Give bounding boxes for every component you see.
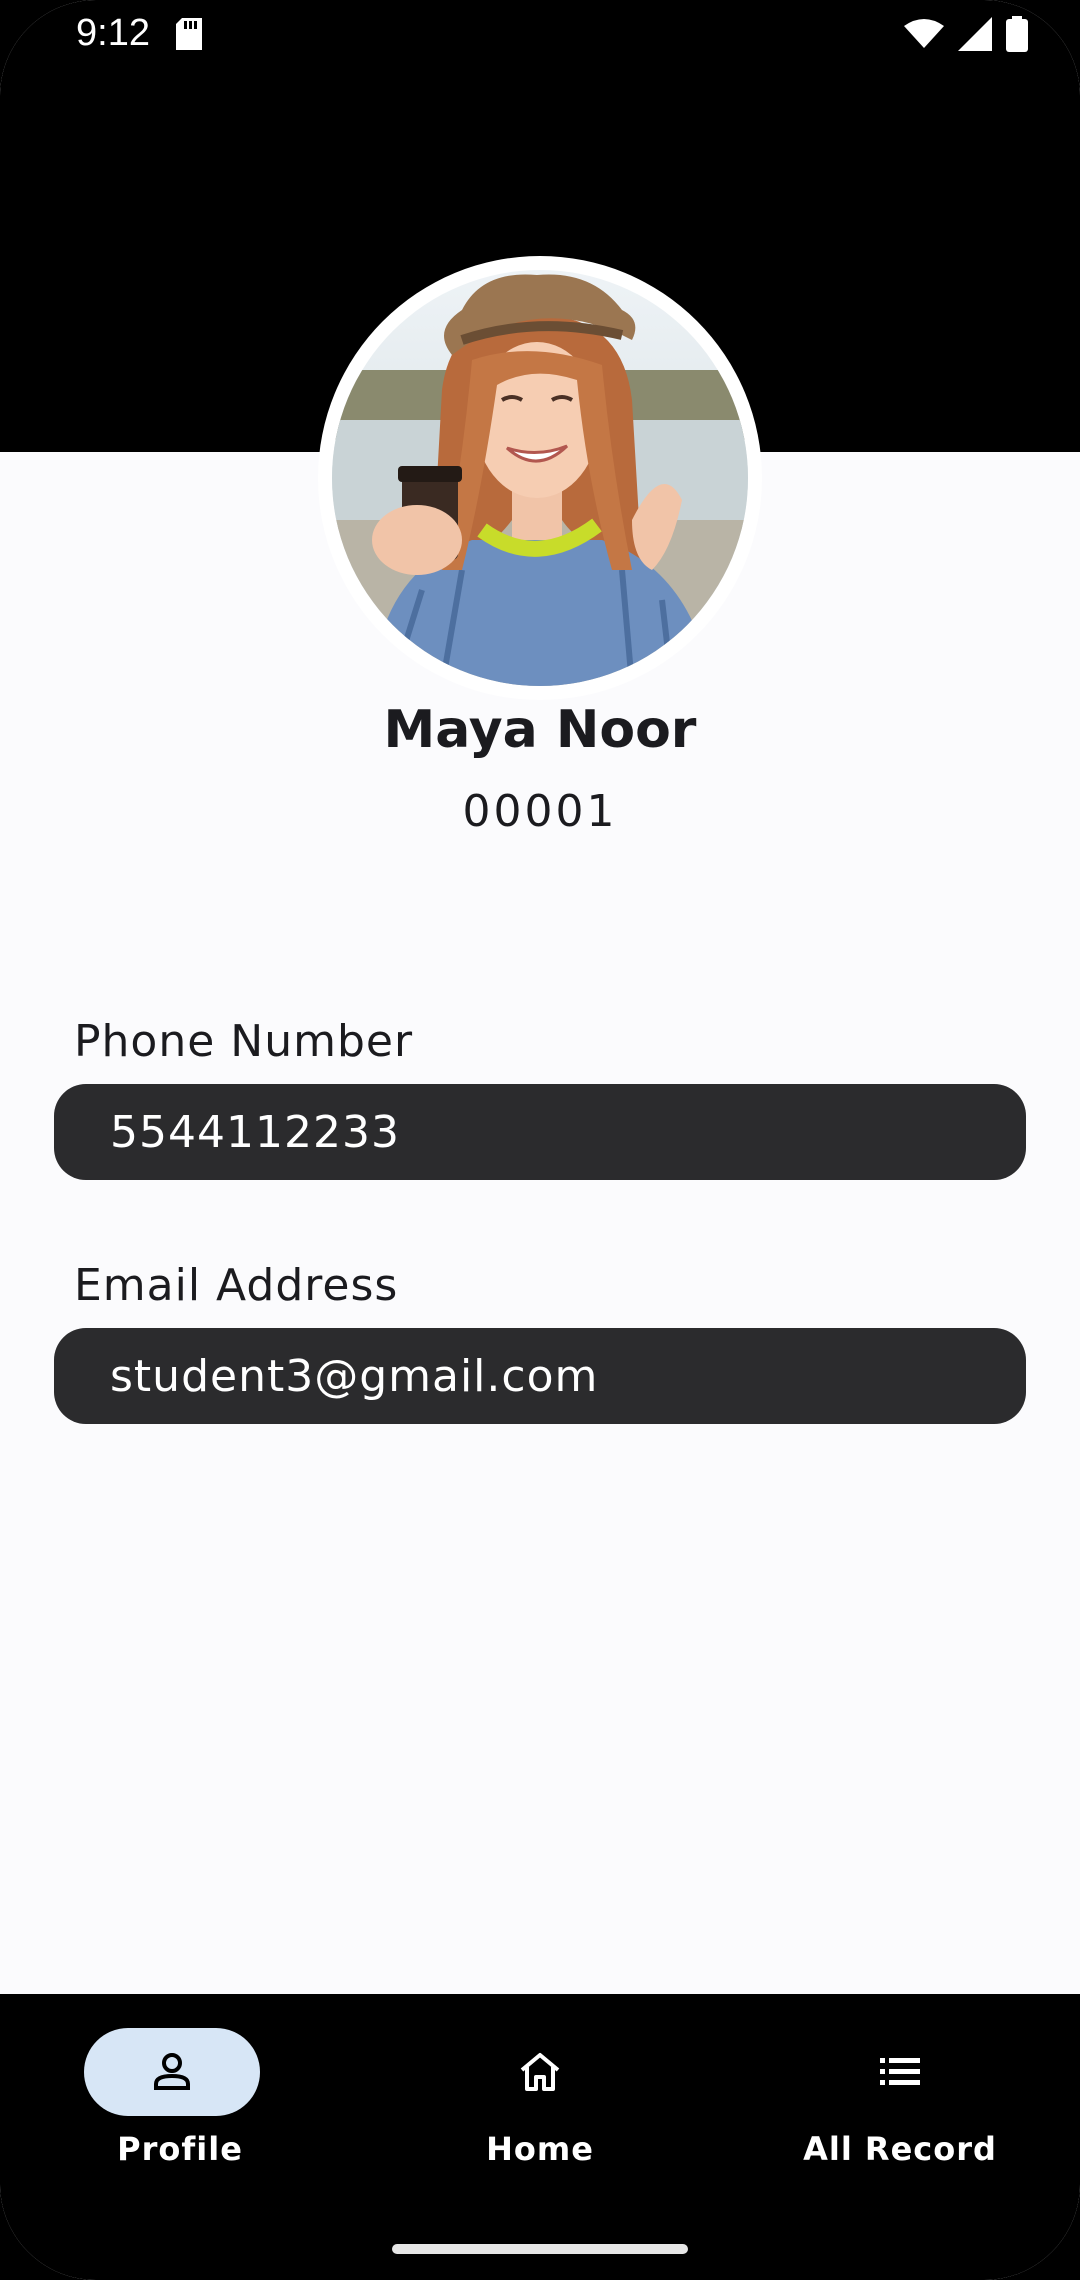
avatar-ring — [318, 256, 762, 700]
phone-value: 5544112233 — [110, 1106, 400, 1158]
email-field[interactable]: student3@gmail.com — [54, 1328, 1026, 1424]
gesture-home-indicator[interactable] — [392, 2244, 688, 2254]
home-icon — [520, 2053, 560, 2091]
status-icons — [904, 16, 1028, 52]
battery-icon — [1006, 16, 1028, 52]
status-bar: 9:12 — [0, 0, 1080, 72]
phone-label: Phone Number — [74, 1016, 414, 1067]
person-icon — [154, 2053, 190, 2090]
signal-icon — [958, 17, 992, 51]
bottom-navigation: Profile Home All Record — [0, 1994, 1080, 2280]
profile-id: 00001 — [462, 786, 618, 837]
phone-field[interactable]: 5544112233 — [54, 1084, 1026, 1180]
nav-item-home[interactable]: Home — [360, 1994, 720, 2214]
status-time: 9:12 — [76, 12, 150, 54]
profile-name: Maya Noor — [383, 700, 697, 760]
email-value: student3@gmail.com — [110, 1350, 599, 1402]
nav-label-home: Home — [486, 2130, 594, 2168]
email-label: Email Address — [74, 1260, 399, 1311]
nav-label-all-record: All Record — [803, 2130, 997, 2168]
wifi-icon — [904, 19, 944, 48]
nav-item-profile[interactable]: Profile — [0, 1994, 360, 2214]
nav-label-profile: Profile — [117, 2130, 243, 2168]
profile-photo — [332, 270, 748, 686]
screen: 9:12 Maya Noor 00001 Phone Number 554411… — [0, 0, 1080, 2280]
avatar — [332, 270, 748, 686]
nav-item-all-record[interactable]: All Record — [720, 1994, 1080, 2214]
sd-card-icon — [176, 18, 202, 50]
list-icon — [880, 2058, 920, 2085]
